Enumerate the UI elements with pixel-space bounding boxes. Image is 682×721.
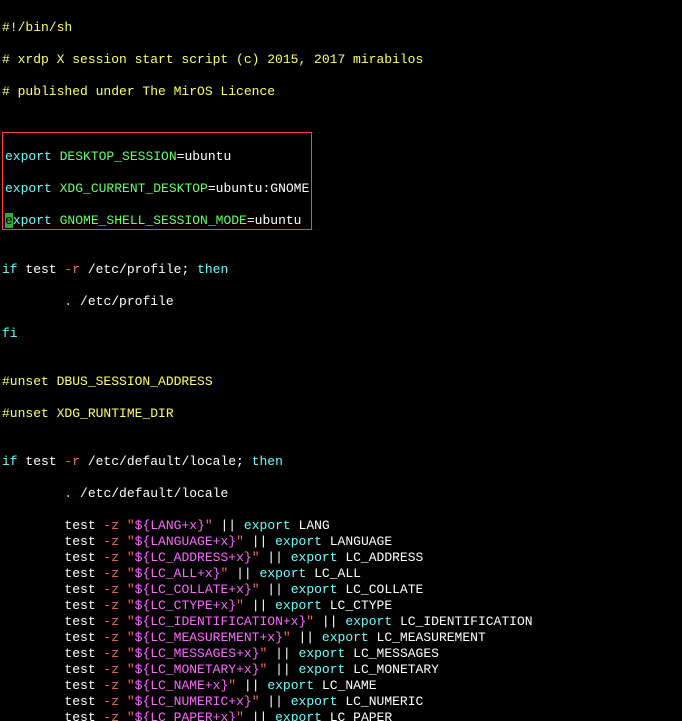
code-line: #!/bin/sh [2,20,680,36]
code-line: test -z "${LC_PAPER+x}" || export LC_PAP… [2,710,680,721]
var: GNOME_SHELL_SESSION_MODE [60,213,247,228]
code-line: test -z "${LC_IDENTIFICATION+x}" || expo… [2,614,680,630]
code-line: test -z "${LC_NUMERIC+x}" || export LC_N… [2,694,680,710]
code-line: test -z "${LC_MESSAGES+x}" || export LC_… [2,646,680,662]
code-line: #unset XDG_RUNTIME_DIR [2,406,680,422]
kw-then: then [252,454,283,469]
code-line: test -z "${LC_MEASUREMENT+x}" || export … [2,630,680,646]
comment: #unset DBUS_SESSION_ADDRESS [2,374,213,389]
kw-export: export [5,181,52,196]
code-line: test -z "${LC_NAME+x}" || export LC_NAME [2,678,680,694]
code-line: test -z "${LANG+x}" || export LANG [2,518,680,534]
code-line: fi [2,326,680,342]
code-line: test -z "${LANGUAGE+x}" || export LANGUA… [2,534,680,550]
code-line: . /etc/default/locale [2,486,680,502]
lc-block: test -z "${LANG+x}" || export LANG test … [2,518,680,721]
code-line: # published under The MirOS Licence [2,84,680,100]
code-line: test -z "${LC_MONETARY+x}" || export LC_… [2,662,680,678]
highlight-box-1: export DESKTOP_SESSION=ubuntu export XDG… [2,132,312,230]
code-line: if test -r /etc/profile; then [2,262,680,278]
comment: # published under The MirOS Licence [2,84,275,99]
code-line: test -z "${LC_ADDRESS+x}" || export LC_A… [2,550,680,566]
comment: #unset XDG_RUNTIME_DIR [2,406,174,421]
code-line: test -z "${LC_CTYPE+x}" || export LC_CTY… [2,598,680,614]
code-line: # xrdp X session start script (c) 2015, … [2,52,680,68]
cursor: e [5,213,13,228]
code-line: export DESKTOP_SESSION=ubuntu export XDG… [2,132,680,230]
var: DESKTOP_SESSION [60,149,177,164]
code-line: if test -r /etc/default/locale; then [2,454,680,470]
var: XDG_CURRENT_DESKTOP [60,181,208,196]
kw-fi: fi [2,326,18,341]
shebang: #!/bin/sh [2,20,72,35]
code-line: #unset DBUS_SESSION_ADDRESS [2,374,680,390]
code-line: test -z "${LC_COLLATE+x}" || export LC_C… [2,582,680,598]
kw-if: if [2,262,18,277]
code-line: test -z "${LC_ALL+x}" || export LC_ALL [2,566,680,582]
kw-then: then [197,262,228,277]
kw-if: if [2,454,18,469]
comment: # xrdp X session start script (c) 2015, … [2,52,423,67]
kw-export: export [5,149,52,164]
editor-viewport[interactable]: #!/bin/sh # xrdp X session start script … [0,0,682,721]
code-line: . /etc/profile [2,294,680,310]
